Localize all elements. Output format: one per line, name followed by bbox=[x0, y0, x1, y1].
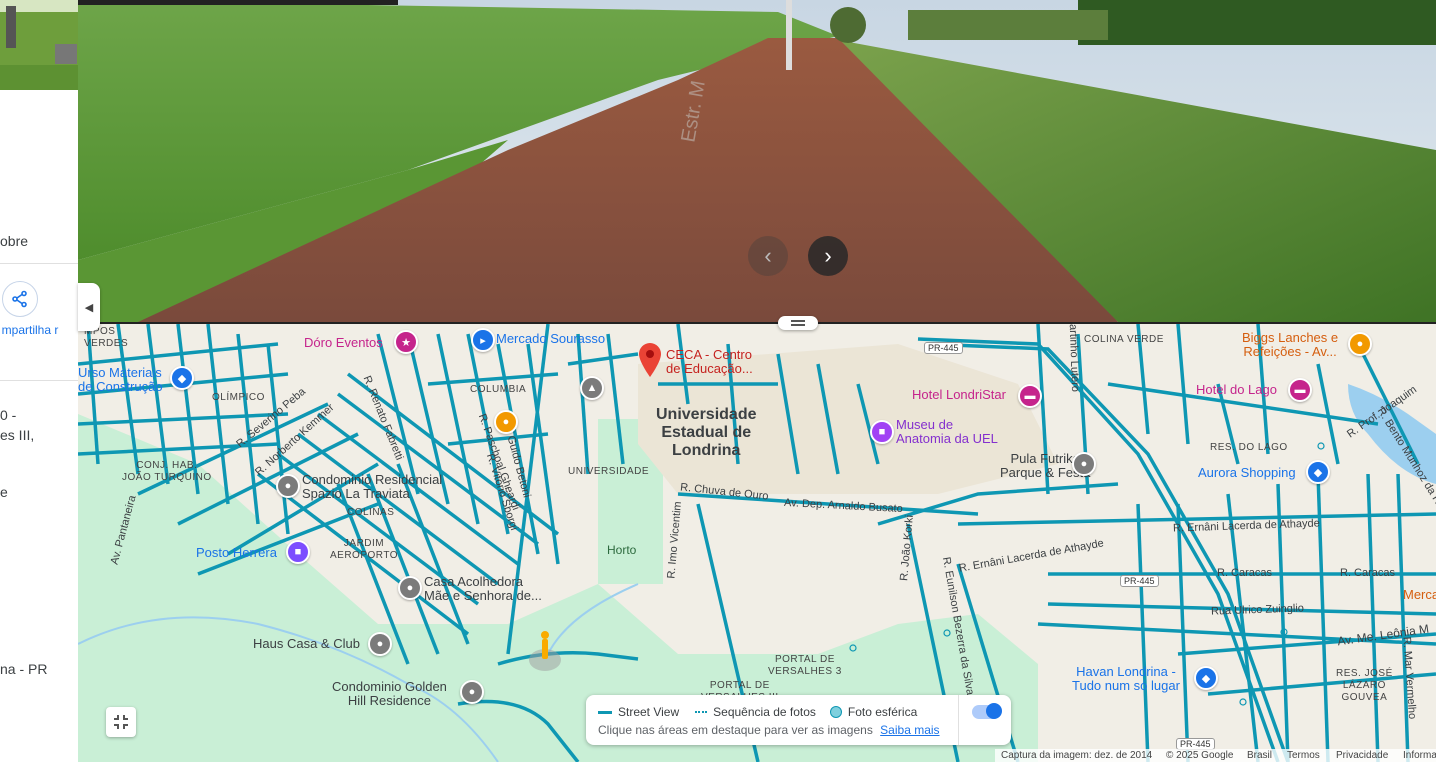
area-universidade: UNIVERSIDADE bbox=[568, 466, 650, 477]
line-legend-icon bbox=[598, 710, 612, 714]
hotel-icon[interactable]: ▬ bbox=[1018, 384, 1042, 408]
dotted-line-legend-icon bbox=[695, 711, 708, 713]
map-marker-pin-icon[interactable] bbox=[638, 342, 662, 378]
map-footer: Captura da imagem: dez. de 2014 © 2025 G… bbox=[995, 749, 1436, 762]
shopping-bag-icon[interactable]: ◆ bbox=[1194, 666, 1218, 690]
place-photo[interactable] bbox=[0, 0, 78, 90]
poi-golden-hill[interactable]: Condominio Golden Hill Residence bbox=[332, 680, 447, 708]
drag-handle-icon bbox=[791, 320, 805, 326]
copyright-text: © 2025 Google bbox=[1166, 750, 1234, 761]
area-colinas: COLINAS bbox=[347, 507, 395, 518]
terms-link[interactable]: Termos bbox=[1287, 750, 1320, 761]
poi-merca[interactable]: Merca bbox=[1403, 588, 1436, 602]
chevron-right-icon: › bbox=[824, 243, 832, 268]
poi-mercado-sourasso[interactable]: Mercado Sourasso bbox=[496, 332, 605, 346]
share-icon bbox=[12, 290, 27, 308]
share-label-text: mpartilha r bbox=[1, 323, 59, 337]
event-venue-icon[interactable]: ★ bbox=[394, 330, 418, 354]
area-portal-versalhes-3: PORTAL DE VERSALHES 3 bbox=[768, 654, 842, 677]
area-res-jose-lazaro: RES. JOSÉ LÁZARO GOUVEA bbox=[1336, 668, 1393, 703]
city-text: na - PR bbox=[0, 661, 48, 677]
legend-spherical-photo: Foto esférica bbox=[847, 705, 918, 719]
divider bbox=[0, 380, 78, 381]
previous-photo-button[interactable]: ‹ bbox=[748, 236, 788, 276]
area-columbia: COLUMBIA bbox=[470, 384, 527, 395]
address-line-1: 0 - bbox=[0, 407, 17, 423]
poi-ceca[interactable]: CECA - Centro de Educação... bbox=[666, 348, 753, 376]
poi-urso-materiais[interactable]: Urso Materiais de Construção bbox=[78, 366, 163, 394]
poi-universidade[interactable]: Universidade Estadual de Londrina bbox=[656, 406, 756, 460]
poi-hotel-londristar[interactable]: Hotel LondriStar bbox=[912, 388, 1006, 402]
restaurant-icon[interactable]: ● bbox=[494, 410, 518, 434]
road-lutero: artinho Lutero bbox=[1066, 324, 1082, 393]
area-olimpico: OLÍMPICO bbox=[212, 392, 265, 403]
shopping-bag-icon[interactable]: ◆ bbox=[1306, 460, 1330, 484]
chevron-left-icon: ‹ bbox=[764, 243, 772, 268]
street-view-panorama[interactable]: Estr. M ‹ › bbox=[78, 0, 1436, 322]
legend-photo-sequence: Sequência de fotos bbox=[713, 705, 816, 719]
highway-shield-pr445: PR-445 bbox=[1120, 575, 1159, 587]
road-caracas-2: R. Caracas bbox=[1340, 567, 1396, 579]
restaurant-icon[interactable]: ● bbox=[1348, 332, 1372, 356]
about-tab-label[interactable]: obre bbox=[0, 233, 28, 249]
building-icon[interactable]: ● bbox=[276, 474, 300, 498]
highway-shield-pr445: PR-445 bbox=[924, 342, 963, 354]
place-icon[interactable]: ● bbox=[1072, 452, 1096, 476]
exit-fullscreen-button[interactable] bbox=[106, 707, 136, 737]
area-conj-hab: CONJ. HAB. JOÃO TURQUINO bbox=[122, 460, 212, 483]
circle-legend-icon bbox=[829, 706, 842, 718]
legend-street-view: Street View bbox=[618, 705, 680, 719]
triangle-left-icon: ◀ bbox=[84, 301, 94, 314]
shopping-cart-icon[interactable]: ▸ bbox=[471, 328, 495, 352]
street-view-coverage-legend: Street View Sequência de fotos Foto esfé… bbox=[586, 695, 1011, 745]
share-label[interactable]: mpartilha r bbox=[0, 322, 60, 338]
country-link[interactable]: Brasil bbox=[1247, 750, 1272, 761]
toggle-knob bbox=[986, 703, 1002, 719]
poi-hotel-do-lago[interactable]: Hotel do Lago bbox=[1196, 383, 1277, 397]
collapse-panel-button[interactable]: ◀ bbox=[78, 283, 100, 331]
area-jardim-aeroporto: JARDIM AEROPORTO bbox=[330, 538, 399, 561]
divider bbox=[958, 695, 959, 745]
poi-biggs[interactable]: Biggs Lanches e Refeições - Av... bbox=[1242, 331, 1338, 359]
learn-more-link[interactable]: Saiba mais bbox=[880, 723, 939, 737]
place-details-panel: obre mpartilha r 0 - es III, e na - PR bbox=[0, 0, 79, 762]
school-icon[interactable]: ▲ bbox=[580, 376, 604, 400]
poi-haus-casa[interactable]: Haus Casa & Club bbox=[253, 637, 360, 651]
pegman-icon[interactable] bbox=[528, 630, 562, 674]
poi-posto-herrera[interactable]: Posto Herrera bbox=[196, 546, 277, 560]
capture-date: Captura da imagem: dez. de 2014 bbox=[1001, 750, 1153, 761]
street-view-image[interactable] bbox=[78, 0, 1436, 322]
area-res-do-lago: RES. DO LAGO bbox=[1210, 442, 1288, 453]
building-icon[interactable]: ● bbox=[368, 632, 392, 656]
poi-museu[interactable]: Museu de Anatomia da UEL bbox=[896, 418, 998, 446]
panel-divider bbox=[78, 322, 1436, 324]
poi-casa-acolhedora[interactable]: Casa Acolhedora Mãe e Senhora de... bbox=[424, 575, 542, 603]
museum-icon[interactable]: ■ bbox=[870, 420, 894, 444]
share-button[interactable] bbox=[2, 281, 38, 317]
poi-havan[interactable]: Havan Londrina - Tudo num só lugar bbox=[1072, 665, 1180, 693]
compress-icon bbox=[114, 715, 128, 729]
address-line-2: es III, bbox=[0, 427, 35, 443]
shopping-bag-icon[interactable]: ◆ bbox=[170, 366, 194, 390]
building-icon[interactable]: ● bbox=[398, 576, 422, 600]
next-photo-button[interactable]: › bbox=[808, 236, 848, 276]
coverage-toggle[interactable] bbox=[972, 703, 1002, 719]
resize-handle[interactable] bbox=[778, 316, 818, 330]
gas-station-icon[interactable]: ■ bbox=[286, 540, 310, 564]
building-icon[interactable]: ● bbox=[460, 680, 484, 704]
hotel-icon[interactable]: ▬ bbox=[1288, 378, 1312, 402]
poi-doro-eventos[interactable]: Dóro Eventos bbox=[304, 336, 383, 350]
info-link[interactable]: Informa bbox=[1403, 750, 1436, 761]
poi-aurora-shopping[interactable]: Aurora Shopping bbox=[1198, 466, 1296, 480]
address-line-3: e bbox=[0, 484, 8, 500]
legend-hint-row: Clique nas áreas em destaque para ver as… bbox=[598, 723, 940, 737]
legend-hint: Clique nas áreas em destaque para ver as… bbox=[598, 723, 873, 737]
legend-row: Street View Sequência de fotos Foto esfé… bbox=[598, 705, 917, 719]
poi-spazio[interactable]: Condominio Residencial Spazio La Traviat… bbox=[302, 473, 442, 501]
divider bbox=[0, 263, 78, 264]
privacy-link[interactable]: Privacidade bbox=[1336, 750, 1388, 761]
poi-horto[interactable]: Horto bbox=[607, 543, 636, 557]
area-colina-verde: COLINA VERDE bbox=[1084, 334, 1164, 345]
road-caracas-1: R. Caracas bbox=[1217, 567, 1273, 579]
